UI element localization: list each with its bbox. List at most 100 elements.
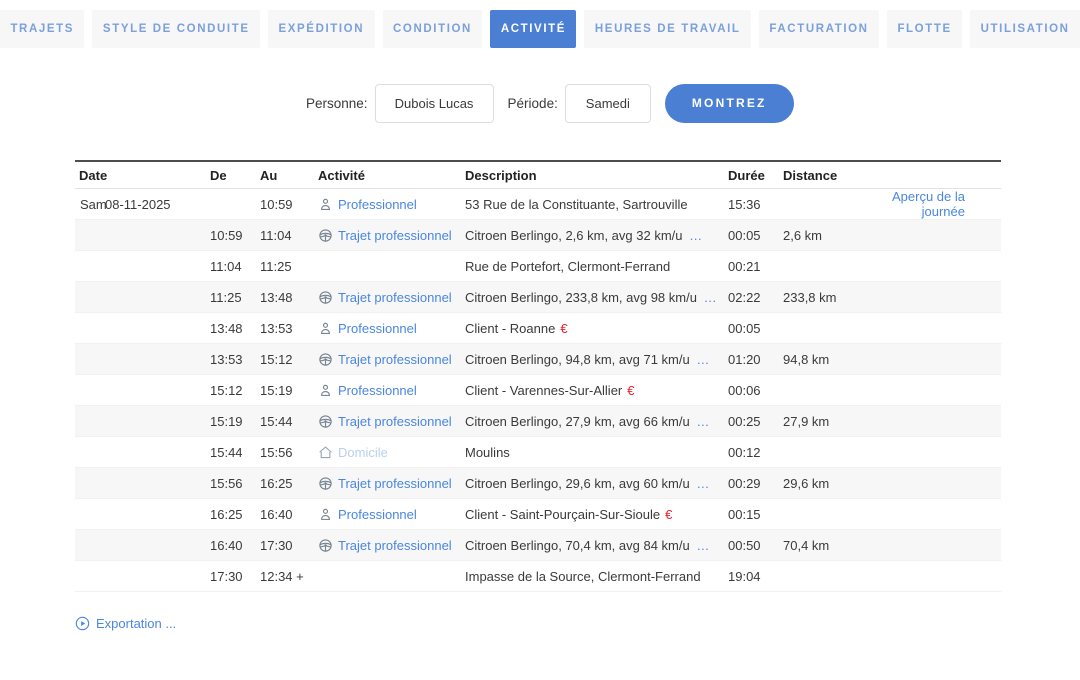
cell-description: Client - Varennes-Sur-Allier €	[465, 383, 728, 398]
cell-to: 15:12	[260, 352, 318, 367]
day-overview-link[interactable]: Aperçu de la journée	[858, 189, 1001, 219]
cell-from: 13:53	[210, 352, 260, 367]
description-text: Citroen Berlingo, 2,6 km, avg 32 km/u	[465, 228, 683, 243]
table-body: Sam08-11-202510:59Professionnel53 Rue de…	[75, 189, 1001, 592]
header-activity: Activité	[318, 168, 465, 183]
cell-to: 15:44	[260, 414, 318, 429]
cell-duration: 15:36	[728, 197, 783, 212]
steering-wheel-icon	[318, 228, 333, 243]
activity-link[interactable]: Trajet professionnel	[338, 352, 452, 367]
period-label: Période:	[508, 96, 558, 111]
description-text: Client - Varennes-Sur-Allier	[465, 383, 622, 398]
cell-from: 10:59	[210, 228, 260, 243]
table-header-row: Date De Au Activité Description Durée Di…	[75, 160, 1001, 189]
description-more-link[interactable]: …	[700, 290, 717, 305]
activity-link[interactable]: Professionnel	[338, 197, 417, 212]
description-text: Client - Roanne	[465, 321, 555, 336]
description-more-link[interactable]: …	[693, 352, 710, 367]
cell-activity: Trajet professionnel	[318, 538, 465, 553]
activity-link[interactable]: Trajet professionnel	[338, 290, 452, 305]
cell-description: Moulins	[465, 445, 728, 460]
cell-activity: Trajet professionnel	[318, 228, 465, 243]
tab-utilisation[interactable]: UTILISATION	[970, 10, 1080, 48]
steering-wheel-icon	[318, 476, 333, 491]
cell-from: 15:19	[210, 414, 260, 429]
home-icon	[318, 445, 333, 460]
description-more-link[interactable]: …	[693, 538, 710, 553]
table-row: 11:2513:48Trajet professionnelCitroen Be…	[75, 282, 1001, 313]
tab-activité[interactable]: ACTIVITÉ	[490, 10, 576, 48]
cell-description: Citroen Berlingo, 233,8 km, avg 98 km/u …	[465, 290, 728, 305]
tab-expédition[interactable]: EXPÉDITION	[268, 10, 375, 48]
tab-flotte[interactable]: FLOTTE	[887, 10, 962, 48]
activity-link[interactable]: Professionnel	[338, 383, 417, 398]
cell-description: 53 Rue de la Constituante, Sartrouville	[465, 197, 728, 212]
cell-activity: Trajet professionnel	[318, 352, 465, 367]
period-select[interactable]: Samedi	[565, 84, 651, 123]
description-text: Client - Saint-Pourçain-Sur-Sioule	[465, 507, 660, 522]
cell-description: Citroen Berlingo, 27,9 km, avg 66 km/u …	[465, 414, 728, 429]
description-text: Citroen Berlingo, 70,4 km, avg 84 km/u	[465, 538, 690, 553]
activity-link[interactable]: Trajet professionnel	[338, 228, 452, 243]
description-more-link[interactable]: …	[686, 228, 703, 243]
cell-distance: 233,8 km	[783, 290, 858, 305]
export-link[interactable]: Exportation ...	[75, 616, 176, 631]
header-to: Au	[260, 168, 318, 183]
activity-link[interactable]: Professionnel	[338, 321, 417, 336]
activity-link[interactable]: Trajet professionnel	[338, 538, 452, 553]
tab-condition[interactable]: CONDITION	[383, 10, 483, 48]
cell-from: 16:25	[210, 507, 260, 522]
person-icon	[318, 507, 333, 522]
cell-activity: Professionnel	[318, 321, 465, 336]
show-button[interactable]: MONTREZ	[665, 84, 794, 123]
cell-from: 13:48	[210, 321, 260, 336]
tab-trajets[interactable]: TRAJETS	[0, 10, 84, 48]
cell-activity: Domicile	[318, 445, 465, 460]
cell-duration: 00:06	[728, 383, 783, 398]
activity-table: Date De Au Activité Description Durée Di…	[75, 160, 1001, 592]
cell-activity: Trajet professionnel	[318, 476, 465, 491]
cell-distance: 2,6 km	[783, 228, 858, 243]
tab-facturation[interactable]: FACTURATION	[759, 10, 879, 48]
tab-style-de-conduite[interactable]: STYLE DE CONDUITE	[92, 10, 260, 48]
cell-duration: 00:05	[728, 321, 783, 336]
header-description: Description	[465, 168, 728, 183]
cell-to: 13:48	[260, 290, 318, 305]
steering-wheel-icon	[318, 538, 333, 553]
person-select[interactable]: Dubois Lucas	[375, 84, 494, 123]
cell-duration: 00:12	[728, 445, 783, 460]
cell-from: 15:56	[210, 476, 260, 491]
cell-to: 11:04	[260, 228, 318, 243]
description-text: Rue de Portefort, Clermont-Ferrand	[465, 259, 670, 274]
circled-play-icon	[75, 616, 90, 631]
cell-duration: 00:29	[728, 476, 783, 491]
cell-from: 15:12	[210, 383, 260, 398]
tab-bar: TRAJETSSTYLE DE CONDUITEEXPÉDITIONCONDIT…	[0, 10, 1080, 48]
person-select-value: Dubois Lucas	[395, 96, 474, 111]
activity-link[interactable]: Professionnel	[338, 507, 417, 522]
cell-to: 17:30	[260, 538, 318, 553]
cell-description: Citroen Berlingo, 2,6 km, avg 32 km/u …	[465, 228, 728, 243]
table-row: 13:5315:12Trajet professionnelCitroen Be…	[75, 344, 1001, 375]
export-link-label: Exportation ...	[96, 616, 176, 631]
cell-duration: 19:04	[728, 569, 783, 584]
cell-to: 12:34 +	[260, 569, 318, 584]
cell-duration: 01:20	[728, 352, 783, 367]
steering-wheel-icon	[318, 290, 333, 305]
description-more-link[interactable]: …	[693, 414, 710, 429]
cell-distance: 70,4 km	[783, 538, 858, 553]
description-more-link[interactable]: …	[693, 476, 710, 491]
table-row: 15:1215:19 Professionnel Client - Varennes…	[75, 375, 1001, 406]
activity-link[interactable]: Trajet professionnel	[338, 476, 452, 491]
person-label: Personne:	[306, 96, 368, 111]
euro-billable-icon: €	[627, 383, 634, 398]
tab-heures-de-travail[interactable]: HEURES DE TRAVAIL	[584, 10, 751, 48]
cell-duration: 00:50	[728, 538, 783, 553]
cell-description: Impasse de la Source, Clermont-Ferrand	[465, 569, 728, 584]
cell-from: 11:04	[210, 259, 260, 274]
cell-to: 15:56	[260, 445, 318, 460]
cell-to: 15:19	[260, 383, 318, 398]
description-text: 53 Rue de la Constituante, Sartrouville	[465, 197, 688, 212]
activity-link[interactable]: Trajet professionnel	[338, 414, 452, 429]
table-row: 16:2516:40ProfessionnelClient - Saint-Po…	[75, 499, 1001, 530]
